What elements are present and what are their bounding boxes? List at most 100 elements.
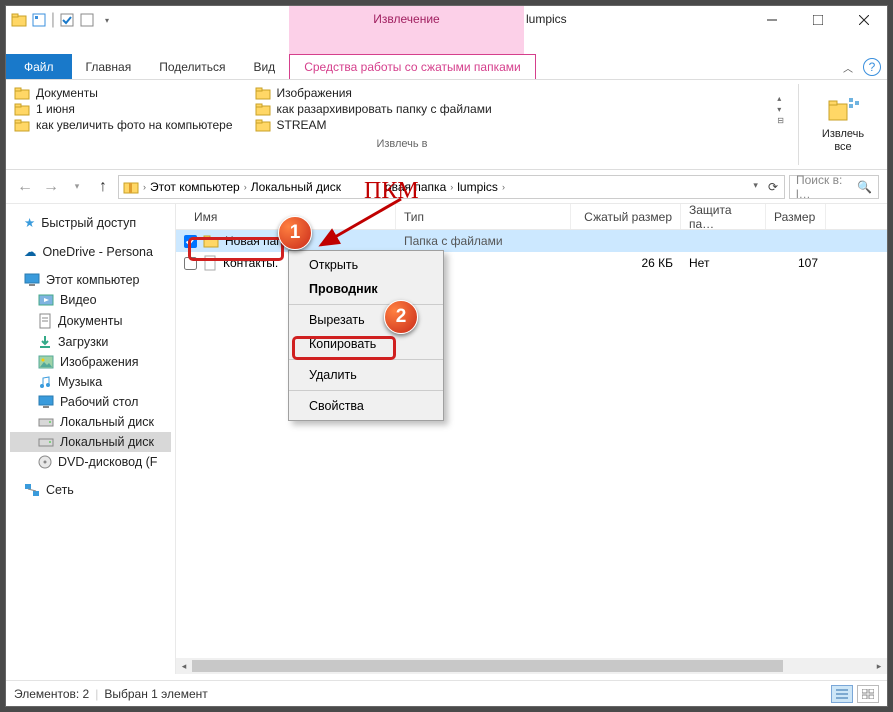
column-headers[interactable]: Имя Тип Сжатый размер Защита па… Размер [176, 204, 887, 230]
row-checkbox[interactable] [184, 257, 197, 270]
ctx-cut[interactable]: Вырезать [289, 308, 443, 332]
ctx-properties[interactable]: Свойства [289, 394, 443, 418]
explorer-window: | ▾ [5, 5, 888, 707]
crumb-sep[interactable]: › [500, 182, 507, 192]
address-dropdown-icon[interactable]: ▾ [749, 180, 762, 194]
horizontal-scrollbar[interactable]: ◂ ▸ [176, 658, 887, 674]
extract-all-button[interactable]: Извлечь все [822, 96, 864, 152]
collapse-ribbon-icon[interactable]: ︿ [843, 60, 853, 75]
view-details-icon[interactable] [831, 685, 853, 703]
sidebar-item[interactable]: DVD-дисковод (F [10, 452, 171, 472]
ribbon-group-label: Извлечь в [14, 138, 790, 150]
file-protection: Нет [681, 256, 766, 270]
sidebar-item[interactable]: Документы [10, 310, 171, 332]
back-button[interactable]: ← [14, 176, 36, 198]
pc-icon [24, 273, 40, 287]
extract-destination[interactable]: как увеличить фото на компьютере [14, 118, 233, 132]
extract-destination[interactable]: Изображения [255, 86, 492, 100]
recent-dropdown-icon[interactable]: ▾ [66, 176, 88, 198]
crumb-lumpics[interactable]: lumpics [457, 180, 498, 194]
file-icon [203, 234, 219, 248]
qat-dropdown-icon[interactable]: ▾ [98, 11, 116, 29]
extract-destination[interactable]: Документы [14, 86, 233, 100]
contextual-tab-extract: Извлечение [289, 6, 524, 54]
maximize-button[interactable] [795, 6, 841, 34]
crumb-sep[interactable]: › [448, 182, 455, 192]
extract-destination[interactable]: 1 июня [14, 102, 233, 116]
scroll-left-icon[interactable]: ◂ [176, 658, 192, 674]
destinations-more-icon[interactable]: ▴ ▾ ⊟ [777, 94, 790, 125]
minimize-button[interactable] [749, 6, 795, 34]
search-placeholder: Поиск в: l… [796, 173, 857, 201]
view-thumbnails-icon[interactable] [857, 685, 879, 703]
refresh-icon[interactable]: ⟳ [764, 180, 782, 194]
up-button[interactable]: ↑ [92, 176, 114, 198]
cloud-icon: ☁ [24, 244, 37, 259]
tab-file[interactable]: Файл [6, 54, 72, 79]
extract-all-label: Извлечь все [822, 128, 864, 152]
col-compressed-size[interactable]: Сжатый размер [571, 204, 681, 229]
col-type[interactable]: Тип [396, 204, 571, 229]
col-protection[interactable]: Защита па… [681, 204, 766, 229]
ctx-delete[interactable]: Удалить [289, 363, 443, 387]
crumb-sep[interactable]: › [141, 182, 148, 192]
col-size[interactable]: Размер [766, 204, 826, 229]
crumb-sep[interactable]: › [242, 182, 249, 192]
contextual-tab-label: Извлечение [289, 12, 524, 26]
forward-button[interactable]: → [40, 176, 62, 198]
crumb-folder[interactable]: овая папка [385, 180, 446, 194]
search-input[interactable]: Поиск в: l… 🔍 [789, 175, 879, 199]
qat-divider: | [50, 11, 56, 29]
sidebar-item-icon [38, 335, 52, 349]
scroll-right-icon[interactable]: ▸ [871, 658, 887, 674]
ctx-open[interactable]: Открыть [289, 253, 443, 277]
sidebar-item[interactable]: Загрузки [10, 332, 171, 352]
sidebar-item-icon [38, 375, 52, 389]
status-item-count: Элементов: 2 [14, 687, 89, 701]
sidebar-item[interactable]: Локальный диск [10, 412, 171, 432]
qat-properties-icon[interactable] [30, 11, 48, 29]
row-checkbox[interactable] [184, 235, 197, 248]
sidebar-network[interactable]: Сеть [10, 480, 171, 500]
sidebar-item-icon [38, 436, 54, 448]
sidebar-item-icon [38, 293, 54, 307]
file-row[interactable]: Контакты. "VCF" 26 КБ Нет 107 [176, 252, 887, 274]
context-menu: Открыть Проводник Вырезать Копировать Уд… [288, 250, 444, 421]
sidebar-item[interactable]: Изображения [10, 352, 171, 372]
breadcrumb-bar[interactable]: › Этот компьютер › Локальный диск овая п… [118, 175, 785, 199]
file-name: Новая папка [225, 234, 295, 248]
sidebar-item[interactable]: Рабочий стол [10, 392, 171, 412]
file-name: Контакты. [223, 256, 278, 270]
col-name[interactable]: Имя [176, 204, 396, 229]
sidebar-item[interactable]: Музыка [10, 372, 171, 392]
sidebar-item[interactable]: Видео [10, 290, 171, 310]
tab-compressed-tools[interactable]: Средства работы со сжатыми папками [289, 54, 536, 79]
scrollbar-thumb[interactable] [192, 660, 783, 672]
navigation-pane[interactable]: ★ Быстрый доступ ☁ OneDrive - Persona [6, 204, 176, 674]
sidebar-onedrive[interactable]: ☁ OneDrive - Persona [10, 241, 171, 262]
search-icon: 🔍 [857, 180, 872, 194]
qat-checkbox-empty[interactable] [78, 11, 96, 29]
ctx-copy[interactable]: Копировать [289, 332, 443, 356]
sidebar-this-pc[interactable]: Этот компьютер [10, 270, 171, 290]
extract-destination[interactable]: STREAM [255, 118, 492, 132]
file-type: Папка с файлами [396, 234, 571, 248]
extract-destination[interactable]: как разархивировать папку с файлами [255, 102, 492, 116]
crumb-thispc[interactable]: Этот компьютер [150, 180, 240, 194]
ribbon: Документы 1 июня как увеличить фото на ком… [6, 80, 887, 170]
qat-checkbox-checked[interactable] [58, 11, 76, 29]
help-icon[interactable]: ? [863, 58, 881, 76]
tab-view[interactable]: Вид [239, 54, 289, 79]
ctx-explorer[interactable]: Проводник [289, 277, 443, 301]
file-row[interactable]: Новая папка Папка с файлами [176, 230, 887, 252]
sidebar-item-icon [38, 395, 54, 409]
sidebar-quick-access[interactable]: ★ Быстрый доступ [10, 212, 171, 233]
extract-all-icon [827, 96, 859, 124]
crumb-disk[interactable]: Локальный диск [251, 180, 341, 194]
contextual-tab-strip: Извлечение lumpics [6, 34, 887, 54]
sidebar-item[interactable]: Локальный диск [10, 432, 171, 452]
sidebar-item-icon [38, 455, 52, 469]
close-button[interactable] [841, 6, 887, 34]
tab-home[interactable]: Главная [72, 54, 146, 79]
tab-share[interactable]: Поделиться [145, 54, 239, 79]
